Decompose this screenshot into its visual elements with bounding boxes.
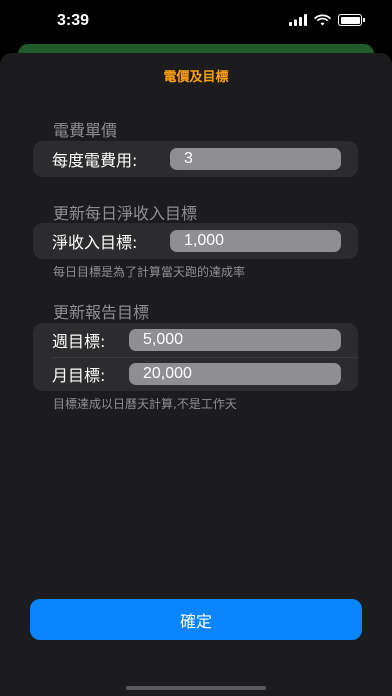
confirm-button[interactable]: 確定: [30, 599, 362, 640]
report-goal-footnote: 目標達成以日曆天計算,不是工作天: [53, 397, 237, 411]
daily-goal-row: 淨收入目標:: [33, 223, 358, 259]
weekly-goal-row: 週目標:: [33, 323, 358, 357]
status-bar: 3:39: [0, 0, 392, 44]
status-icons: [289, 14, 365, 26]
battery-icon: [338, 14, 365, 26]
electricity-rate-label: 每度電費用:: [52, 151, 138, 170]
monthly-goal-row: 月目標:: [33, 357, 358, 391]
monthly-goal-input[interactable]: [129, 363, 341, 385]
weekly-goal-input[interactable]: [129, 329, 341, 351]
status-time: 3:39: [57, 12, 90, 29]
electricity-section-header: 電費單價: [53, 121, 118, 140]
wifi-icon: [314, 14, 331, 26]
weekly-goal-label: 週目標:: [52, 332, 106, 351]
settings-sheet: 電價及目標 電費單價 每度電費用: 更新每日淨收入目標 淨收入目標: 每日目標是…: [0, 53, 392, 696]
daily-goal-input[interactable]: [170, 230, 341, 252]
daily-goal-label: 淨收入目標:: [52, 233, 138, 252]
sheet-title: 電價及目標: [163, 70, 229, 85]
daily-goal-footnote: 每日目標是為了計算當天跑的達成率: [53, 265, 246, 279]
signal-bars-icon: [289, 14, 307, 26]
home-indicator[interactable]: [126, 686, 266, 690]
electricity-rate-input[interactable]: [170, 148, 341, 170]
report-goal-section-header: 更新報告目標: [53, 303, 150, 322]
electricity-rate-row: 每度電費用:: [33, 141, 358, 177]
electricity-group: 每度電費用:: [33, 141, 358, 177]
daily-goal-group: 淨收入目標:: [33, 223, 358, 259]
report-goal-group: 週目標: 月目標:: [33, 323, 358, 391]
daily-goal-section-header: 更新每日淨收入目標: [53, 204, 198, 223]
monthly-goal-label: 月目標:: [52, 366, 106, 385]
